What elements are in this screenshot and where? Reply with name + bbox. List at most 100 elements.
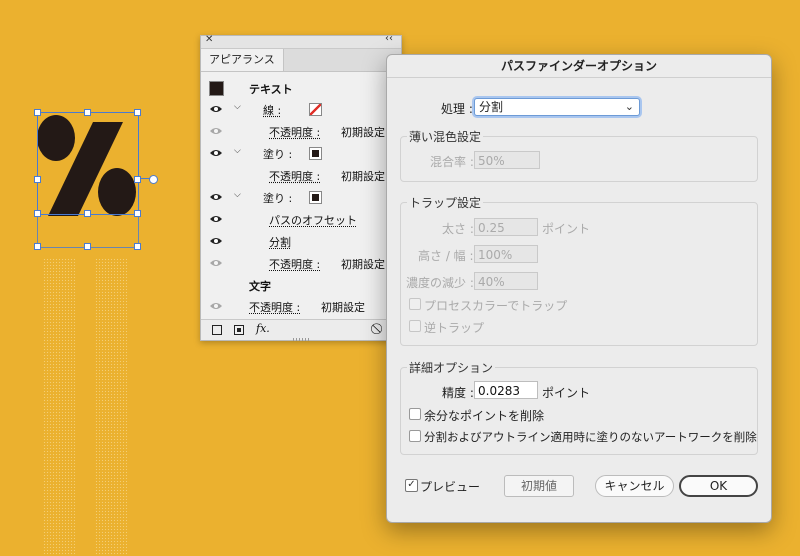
panel-resize-grip[interactable] — [293, 338, 309, 341]
appearance-row-opacity[interactable]: 不透明度 : 初期設定 — [201, 121, 401, 142]
chevron-down-icon[interactable]: ⌵ — [234, 190, 241, 200]
detail-options-title: 詳細オプション — [407, 359, 496, 376]
process-select-value: 分割 — [479, 100, 504, 114]
panel-titlebar[interactable]: ✕ ‹‹ — [201, 33, 401, 49]
fill-swatch-icon[interactable] — [309, 147, 322, 160]
preview-checkbox[interactable]: ✓ — [405, 479, 418, 492]
selection-handle-tr[interactable] — [134, 109, 141, 116]
collapse-icon[interactable]: ‹‹ — [385, 33, 393, 44]
process-select[interactable]: 分割 ⌄ — [474, 98, 640, 116]
row-label[interactable]: 不透明度 : — [269, 168, 320, 184]
appearance-panel: ✕ ‹‹ アピアランス テキスト ⌵ 線 : 不透明度 : 初期設定 ⌵ 塗り … — [200, 33, 402, 341]
row-label[interactable]: 塗り : — [263, 146, 292, 162]
close-icon[interactable]: ✕ — [205, 34, 213, 45]
row-label[interactable]: 不透明度 : — [269, 124, 320, 140]
row-value: 初期設定 — [341, 170, 385, 183]
row-value: 初期設定 — [321, 301, 365, 314]
process-color-trap-label: プロセスカラーでトラップ — [424, 299, 568, 313]
blend-settings-title: 薄い混色設定 — [407, 128, 484, 145]
eye-icon[interactable] — [210, 148, 222, 158]
appearance-row-opacity[interactable]: 不透明度 : 初期設定 — [201, 253, 401, 274]
halftone-stripe-left — [43, 258, 75, 556]
appearance-row-divide[interactable]: 分割 — [201, 231, 401, 252]
stroke-none-swatch-icon[interactable] — [309, 103, 322, 116]
row-label[interactable]: 不透明度 : — [269, 256, 320, 272]
chevron-down-icon: ⌄ — [624, 100, 634, 113]
tint-reduction-label: 濃度の減少 : — [406, 276, 474, 290]
eye-icon[interactable] — [210, 214, 222, 224]
thickness-input[interactable]: 0.25 — [474, 218, 538, 236]
precision-label: 精度 : — [442, 386, 474, 400]
pathfinder-options-dialog: パスファインダーオプション 処理 : 分割 ⌄ 薄い混色設定 混合率 : 50%… — [386, 54, 772, 523]
eye-icon[interactable] — [210, 104, 222, 114]
selection-handle-br[interactable] — [134, 210, 141, 217]
text-thumbnail-icon — [209, 81, 224, 96]
row-value: 初期設定 — [341, 258, 385, 271]
cancel-button[interactable]: キャンセル — [595, 475, 674, 497]
eye-icon[interactable] — [210, 126, 222, 136]
effect-link-offset-path[interactable]: パスのオフセット — [269, 212, 357, 228]
preview-label: プレビュー — [420, 480, 481, 494]
panel-tabbar: アピアランス — [201, 49, 401, 72]
remove-redundant-points-checkbox[interactable] — [409, 408, 421, 420]
row-value: 初期設定 — [341, 126, 385, 139]
selection-handle-ml[interactable] — [34, 176, 41, 183]
dialog-title: パスファインダーオプション — [387, 55, 771, 78]
remove-unpainted-artwork-label: 分割およびアウトライン適用時に塗りのないアートワークを削除 — [424, 430, 757, 444]
remove-redundant-points-label: 余分なポイントを削除 — [424, 409, 545, 423]
selection-bounding-box-outer — [37, 112, 139, 248]
precision-unit: ポイント — [542, 386, 591, 400]
default-button[interactable]: 初期値 — [504, 475, 574, 497]
reverse-trap-label: 逆トラップ — [424, 321, 485, 335]
remove-unpainted-artwork-checkbox[interactable] — [409, 430, 421, 442]
panel-bottom-toolbar: fx. ⃠ — [201, 319, 401, 340]
appearance-row-offset-path[interactable]: パスのオフセット — [201, 209, 401, 230]
process-label: 処理 : — [441, 102, 473, 116]
appearance-row-fill[interactable]: ⌵ 塗り : — [201, 143, 401, 164]
selection-handle-tl[interactable] — [34, 109, 41, 116]
chevron-down-icon[interactable]: ⌵ — [234, 146, 241, 156]
eye-icon[interactable] — [210, 192, 222, 202]
selection-handle-bm[interactable] — [84, 210, 91, 217]
chevron-down-icon[interactable]: ⌵ — [234, 102, 241, 112]
reverse-trap-checkbox[interactable] — [409, 320, 421, 332]
height-width-label: 高さ / 幅 : — [418, 249, 474, 263]
appearance-row-opacity[interactable]: 不透明度 : 初期設定 — [201, 165, 401, 186]
row-label[interactable]: 不透明度 : — [249, 299, 300, 315]
selection-handle-bl[interactable] — [34, 210, 41, 217]
eye-icon[interactable] — [210, 258, 222, 268]
selection-handle-bm2[interactable] — [84, 243, 91, 250]
appearance-row-stroke[interactable]: ⌵ 線 : — [201, 99, 401, 120]
selection-handle-br2[interactable] — [134, 243, 141, 250]
trap-settings-title: トラップ設定 — [407, 194, 484, 211]
add-stroke-icon[interactable] — [212, 325, 222, 335]
fill-swatch-icon[interactable] — [309, 191, 322, 204]
appearance-row-opacity[interactable]: 不透明度 : 初期設定 — [201, 296, 401, 317]
row-label[interactable]: 文字 — [249, 278, 271, 294]
eye-icon[interactable] — [210, 236, 222, 246]
add-fill-icon[interactable] — [234, 325, 244, 335]
appearance-row-characters[interactable]: 文字 — [201, 275, 401, 296]
row-label[interactable]: 線 : — [263, 102, 281, 118]
selection-handle-tm[interactable] — [84, 109, 91, 116]
process-color-trap-checkbox[interactable] — [409, 298, 421, 310]
row-label: テキスト — [249, 83, 293, 96]
precision-input[interactable]: 0.0283 — [474, 381, 538, 399]
rotation-handle[interactable] — [149, 175, 158, 184]
appearance-row-fill[interactable]: ⌵ 塗り : — [201, 187, 401, 208]
ok-button[interactable]: OK — [679, 475, 758, 497]
height-width-input[interactable]: 100% — [474, 245, 538, 263]
thickness-label: 太さ : — [442, 222, 474, 236]
mix-ratio-input[interactable]: 50% — [474, 151, 540, 169]
effect-link-divide[interactable]: 分割 — [269, 234, 291, 250]
mix-ratio-label: 混合率 : — [430, 155, 474, 169]
halftone-stripe-right — [95, 258, 127, 556]
tint-reduction-input[interactable]: 40% — [474, 272, 538, 290]
row-label[interactable]: 塗り : — [263, 190, 292, 206]
appearance-row-text[interactable]: テキスト — [201, 78, 401, 99]
fx-icon[interactable]: fx. — [256, 322, 270, 335]
thickness-unit: ポイント — [542, 222, 591, 236]
tab-appearance[interactable]: アピアランス — [201, 49, 284, 71]
selection-handle-bl2[interactable] — [34, 243, 41, 250]
eye-icon[interactable] — [210, 301, 222, 311]
